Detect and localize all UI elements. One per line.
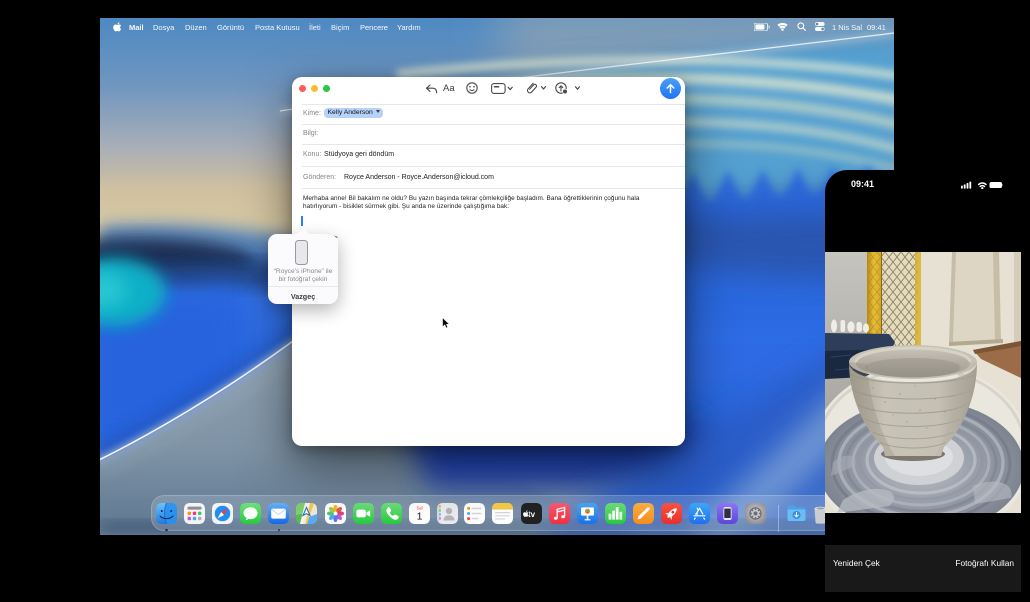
svg-text:1: 1 <box>416 511 422 523</box>
